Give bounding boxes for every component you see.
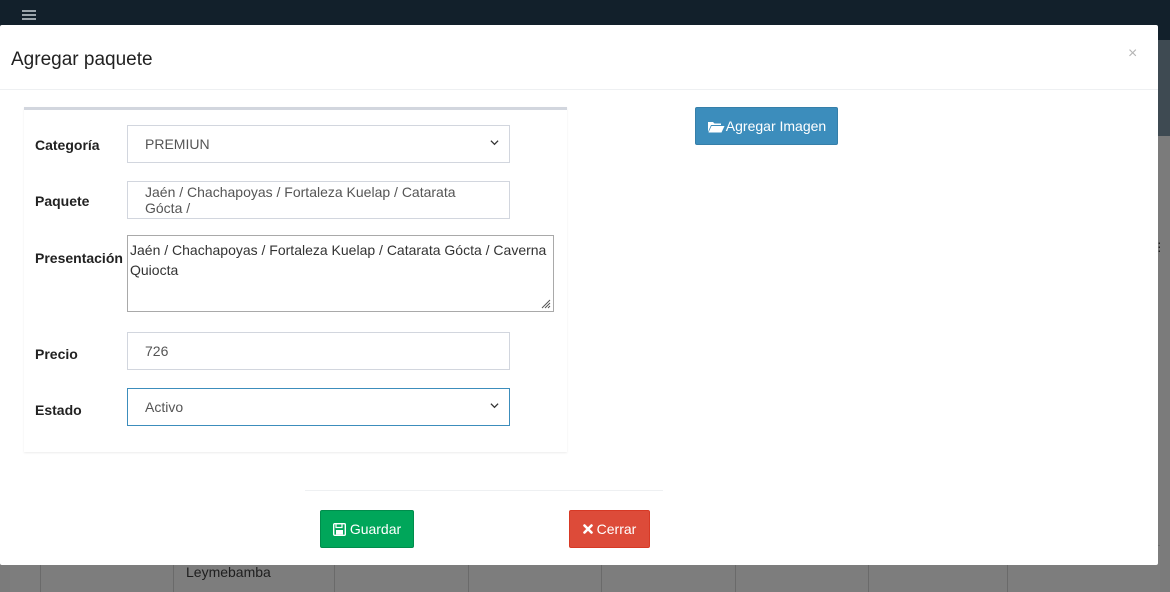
add-image-label: Agregar Imagen (725, 118, 827, 134)
backdrop-panel (1158, 40, 1170, 136)
chevron-down-icon (490, 403, 499, 409)
estado-select[interactable]: Activo (127, 388, 510, 426)
save-button[interactable]: Guardar (320, 510, 414, 548)
save-label: Guardar (349, 521, 402, 537)
estado-value: Activo (145, 399, 184, 415)
presentacion-value: Jaén / Chachapoyas / Fortaleza Kuelap / … (130, 242, 547, 278)
folder-open-icon (707, 121, 725, 132)
close-icon[interactable]: × (1128, 45, 1137, 63)
chevron-down-icon (490, 140, 499, 146)
modal-header: Agregar paquete × (0, 25, 1158, 90)
close-button[interactable]: Cerrar (569, 510, 650, 548)
categoria-select[interactable]: PREMIUN (127, 125, 510, 163)
paquete-value: Jaén / Chachapoyas / Fortaleza Kuelap / … (145, 184, 456, 216)
paquete-label: Paquete (35, 193, 90, 209)
presentacion-textarea[interactable]: Jaén / Chachapoyas / Fortaleza Kuelap / … (127, 235, 554, 312)
floppy-disk-icon (332, 522, 346, 536)
precio-value: 726 (145, 343, 169, 359)
close-label: Cerrar (596, 521, 637, 537)
resize-grip-icon[interactable] (539, 297, 551, 309)
modal-footer-divider (305, 490, 663, 491)
precio-label: Precio (35, 346, 78, 362)
package-form: Categoría PREMIUN Paquete Jaén / Chachap… (24, 107, 567, 452)
table-cell: Leymebamba (186, 564, 271, 580)
times-icon (582, 524, 593, 534)
add-image-button[interactable]: Agregar Imagen (695, 107, 838, 145)
estado-label: Estado (35, 402, 82, 418)
paquete-input[interactable]: Jaén / Chachapoyas / Fortaleza Kuelap / … (127, 181, 510, 219)
presentacion-label: Presentación (35, 250, 123, 266)
modal-title: Agregar paquete (11, 49, 153, 70)
categoria-label: Categoría (35, 137, 100, 153)
hamburger-icon[interactable] (22, 10, 36, 20)
add-package-modal: Agregar paquete × Categoría PREMIUN Paqu… (0, 25, 1158, 565)
categoria-value: PREMIUN (145, 136, 210, 152)
precio-input[interactable]: 726 (127, 332, 510, 370)
